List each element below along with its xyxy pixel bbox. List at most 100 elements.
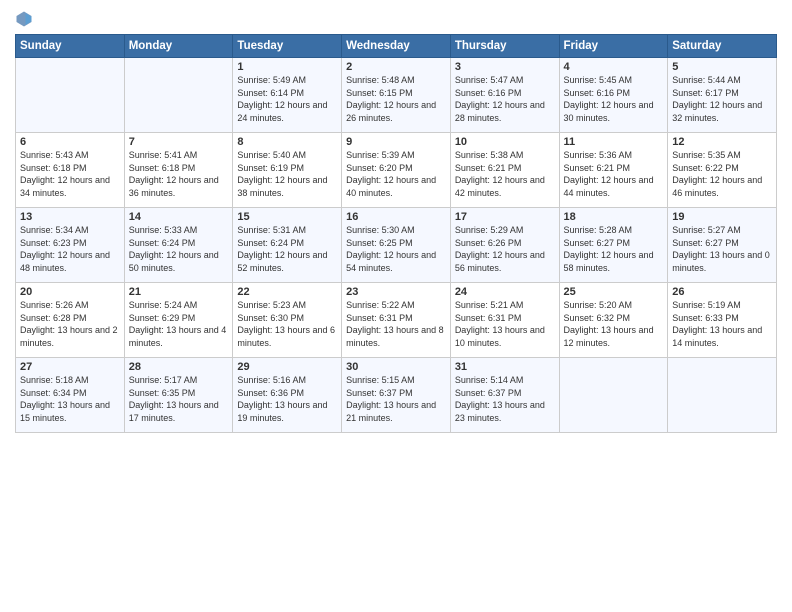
day-number: 24	[455, 286, 555, 298]
day-number: 19	[672, 211, 772, 223]
day-detail: Sunrise: 5:18 AM Sunset: 6:34 PM Dayligh…	[20, 374, 120, 424]
calendar-cell: 9Sunrise: 5:39 AM Sunset: 6:20 PM Daylig…	[342, 133, 451, 208]
day-detail: Sunrise: 5:14 AM Sunset: 6:37 PM Dayligh…	[455, 374, 555, 424]
calendar-cell	[668, 358, 777, 433]
col-header-friday: Friday	[559, 35, 668, 58]
day-number: 15	[237, 211, 337, 223]
calendar-cell: 19Sunrise: 5:27 AM Sunset: 6:27 PM Dayli…	[668, 208, 777, 283]
calendar-cell: 11Sunrise: 5:36 AM Sunset: 6:21 PM Dayli…	[559, 133, 668, 208]
calendar-cell: 16Sunrise: 5:30 AM Sunset: 6:25 PM Dayli…	[342, 208, 451, 283]
calendar-cell	[559, 358, 668, 433]
col-header-saturday: Saturday	[668, 35, 777, 58]
day-number: 30	[346, 361, 446, 373]
day-detail: Sunrise: 5:28 AM Sunset: 6:27 PM Dayligh…	[564, 224, 664, 274]
calendar-cell: 23Sunrise: 5:22 AM Sunset: 6:31 PM Dayli…	[342, 283, 451, 358]
calendar-cell: 17Sunrise: 5:29 AM Sunset: 6:26 PM Dayli…	[450, 208, 559, 283]
calendar-cell: 14Sunrise: 5:33 AM Sunset: 6:24 PM Dayli…	[124, 208, 233, 283]
col-header-thursday: Thursday	[450, 35, 559, 58]
day-number: 5	[672, 61, 772, 73]
calendar-cell: 30Sunrise: 5:15 AM Sunset: 6:37 PM Dayli…	[342, 358, 451, 433]
col-header-tuesday: Tuesday	[233, 35, 342, 58]
calendar-cell: 5Sunrise: 5:44 AM Sunset: 6:17 PM Daylig…	[668, 58, 777, 133]
calendar-cell: 29Sunrise: 5:16 AM Sunset: 6:36 PM Dayli…	[233, 358, 342, 433]
day-number: 1	[237, 61, 337, 73]
week-row-1: 1Sunrise: 5:49 AM Sunset: 6:14 PM Daylig…	[16, 58, 777, 133]
day-detail: Sunrise: 5:40 AM Sunset: 6:19 PM Dayligh…	[237, 149, 337, 199]
day-detail: Sunrise: 5:15 AM Sunset: 6:37 PM Dayligh…	[346, 374, 446, 424]
calendar-cell: 2Sunrise: 5:48 AM Sunset: 6:15 PM Daylig…	[342, 58, 451, 133]
day-number: 29	[237, 361, 337, 373]
calendar-cell: 27Sunrise: 5:18 AM Sunset: 6:34 PM Dayli…	[16, 358, 125, 433]
day-detail: Sunrise: 5:39 AM Sunset: 6:20 PM Dayligh…	[346, 149, 446, 199]
calendar-cell: 15Sunrise: 5:31 AM Sunset: 6:24 PM Dayli…	[233, 208, 342, 283]
week-row-4: 20Sunrise: 5:26 AM Sunset: 6:28 PM Dayli…	[16, 283, 777, 358]
day-detail: Sunrise: 5:48 AM Sunset: 6:15 PM Dayligh…	[346, 74, 446, 124]
calendar-cell: 31Sunrise: 5:14 AM Sunset: 6:37 PM Dayli…	[450, 358, 559, 433]
day-number: 18	[564, 211, 664, 223]
day-detail: Sunrise: 5:19 AM Sunset: 6:33 PM Dayligh…	[672, 299, 772, 349]
day-detail: Sunrise: 5:35 AM Sunset: 6:22 PM Dayligh…	[672, 149, 772, 199]
week-row-5: 27Sunrise: 5:18 AM Sunset: 6:34 PM Dayli…	[16, 358, 777, 433]
calendar-cell: 22Sunrise: 5:23 AM Sunset: 6:30 PM Dayli…	[233, 283, 342, 358]
day-detail: Sunrise: 5:17 AM Sunset: 6:35 PM Dayligh…	[129, 374, 229, 424]
calendar-cell: 6Sunrise: 5:43 AM Sunset: 6:18 PM Daylig…	[16, 133, 125, 208]
day-detail: Sunrise: 5:49 AM Sunset: 6:14 PM Dayligh…	[237, 74, 337, 124]
day-number: 8	[237, 136, 337, 148]
calendar-cell: 13Sunrise: 5:34 AM Sunset: 6:23 PM Dayli…	[16, 208, 125, 283]
day-detail: Sunrise: 5:47 AM Sunset: 6:16 PM Dayligh…	[455, 74, 555, 124]
calendar-cell: 4Sunrise: 5:45 AM Sunset: 6:16 PM Daylig…	[559, 58, 668, 133]
calendar-cell: 10Sunrise: 5:38 AM Sunset: 6:21 PM Dayli…	[450, 133, 559, 208]
day-detail: Sunrise: 5:31 AM Sunset: 6:24 PM Dayligh…	[237, 224, 337, 274]
calendar-cell: 26Sunrise: 5:19 AM Sunset: 6:33 PM Dayli…	[668, 283, 777, 358]
day-detail: Sunrise: 5:43 AM Sunset: 6:18 PM Dayligh…	[20, 149, 120, 199]
calendar-cell: 28Sunrise: 5:17 AM Sunset: 6:35 PM Dayli…	[124, 358, 233, 433]
calendar-cell	[16, 58, 125, 133]
calendar-cell	[124, 58, 233, 133]
day-number: 25	[564, 286, 664, 298]
calendar-cell: 3Sunrise: 5:47 AM Sunset: 6:16 PM Daylig…	[450, 58, 559, 133]
day-number: 20	[20, 286, 120, 298]
day-number: 27	[20, 361, 120, 373]
day-number: 22	[237, 286, 337, 298]
header	[15, 10, 777, 28]
day-number: 28	[129, 361, 229, 373]
calendar-cell: 18Sunrise: 5:28 AM Sunset: 6:27 PM Dayli…	[559, 208, 668, 283]
day-number: 31	[455, 361, 555, 373]
day-detail: Sunrise: 5:30 AM Sunset: 6:25 PM Dayligh…	[346, 224, 446, 274]
col-header-wednesday: Wednesday	[342, 35, 451, 58]
logo	[15, 10, 35, 28]
day-detail: Sunrise: 5:34 AM Sunset: 6:23 PM Dayligh…	[20, 224, 120, 274]
day-number: 23	[346, 286, 446, 298]
day-detail: Sunrise: 5:44 AM Sunset: 6:17 PM Dayligh…	[672, 74, 772, 124]
calendar-cell: 25Sunrise: 5:20 AM Sunset: 6:32 PM Dayli…	[559, 283, 668, 358]
calendar-cell: 21Sunrise: 5:24 AM Sunset: 6:29 PM Dayli…	[124, 283, 233, 358]
day-detail: Sunrise: 5:29 AM Sunset: 6:26 PM Dayligh…	[455, 224, 555, 274]
day-number: 11	[564, 136, 664, 148]
day-number: 4	[564, 61, 664, 73]
day-detail: Sunrise: 5:27 AM Sunset: 6:27 PM Dayligh…	[672, 224, 772, 274]
day-number: 2	[346, 61, 446, 73]
day-detail: Sunrise: 5:41 AM Sunset: 6:18 PM Dayligh…	[129, 149, 229, 199]
day-number: 6	[20, 136, 120, 148]
col-header-sunday: Sunday	[16, 35, 125, 58]
day-number: 9	[346, 136, 446, 148]
logo-icon	[15, 10, 33, 28]
day-detail: Sunrise: 5:26 AM Sunset: 6:28 PM Dayligh…	[20, 299, 120, 349]
day-number: 16	[346, 211, 446, 223]
day-number: 12	[672, 136, 772, 148]
day-number: 14	[129, 211, 229, 223]
calendar-cell: 8Sunrise: 5:40 AM Sunset: 6:19 PM Daylig…	[233, 133, 342, 208]
calendar-cell: 7Sunrise: 5:41 AM Sunset: 6:18 PM Daylig…	[124, 133, 233, 208]
day-detail: Sunrise: 5:24 AM Sunset: 6:29 PM Dayligh…	[129, 299, 229, 349]
day-detail: Sunrise: 5:45 AM Sunset: 6:16 PM Dayligh…	[564, 74, 664, 124]
week-row-2: 6Sunrise: 5:43 AM Sunset: 6:18 PM Daylig…	[16, 133, 777, 208]
day-detail: Sunrise: 5:38 AM Sunset: 6:21 PM Dayligh…	[455, 149, 555, 199]
day-number: 7	[129, 136, 229, 148]
day-number: 26	[672, 286, 772, 298]
day-number: 17	[455, 211, 555, 223]
day-number: 13	[20, 211, 120, 223]
calendar-cell: 20Sunrise: 5:26 AM Sunset: 6:28 PM Dayli…	[16, 283, 125, 358]
day-detail: Sunrise: 5:33 AM Sunset: 6:24 PM Dayligh…	[129, 224, 229, 274]
day-detail: Sunrise: 5:23 AM Sunset: 6:30 PM Dayligh…	[237, 299, 337, 349]
day-detail: Sunrise: 5:22 AM Sunset: 6:31 PM Dayligh…	[346, 299, 446, 349]
